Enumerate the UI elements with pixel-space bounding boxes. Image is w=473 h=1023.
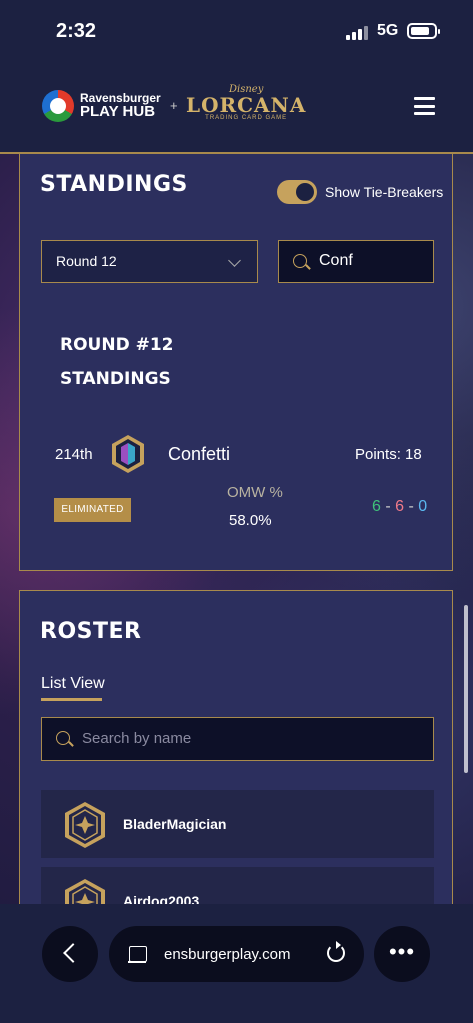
search-icon	[293, 254, 307, 268]
tab-list-view[interactable]: List View	[41, 675, 105, 693]
address-bar[interactable]: ensburgerplay.com	[109, 926, 364, 982]
logo-line2: PLAY HUB	[80, 103, 156, 121]
round-select[interactable]: Round 12	[41, 240, 258, 283]
search-icon	[56, 731, 70, 745]
status-badge: ELIMINATED	[54, 498, 131, 522]
tie-breakers-label: Show Tie-Breakers	[325, 184, 444, 200]
roster-card: ROSTER List View Search by name BladerMa…	[19, 590, 453, 927]
tab-active-underline	[41, 698, 102, 701]
browser-toolbar: ensburgerplay.com •••	[0, 904, 473, 1023]
status-bar: 2:32 5G	[0, 0, 473, 62]
standings-card: STANDINGS Show Tie-Breakers Round 12 Con…	[19, 154, 453, 571]
record-sep: -	[408, 498, 414, 515]
list-item[interactable]: BladerMagician	[41, 790, 434, 858]
round-standings-heading: ROUND #12 STANDINGS	[60, 328, 174, 396]
player-name: BladerMagician	[123, 816, 227, 832]
player-name[interactable]: Confetti	[168, 444, 230, 465]
tie-breakers-toggle[interactable]	[277, 180, 317, 204]
scrollbar[interactable]	[464, 605, 468, 773]
standings-search-value: Conf	[319, 252, 353, 269]
roster-search-input[interactable]: Search by name	[41, 717, 434, 761]
tabs-icon[interactable]	[128, 946, 147, 963]
record-wins: 6	[372, 498, 381, 515]
player-rank: 214th	[55, 446, 93, 463]
clock: 2:32	[56, 20, 97, 42]
round-heading-line2: STANDINGS	[60, 369, 171, 389]
record-sep: -	[385, 498, 391, 515]
hamburger-menu-icon[interactable]	[414, 97, 435, 115]
url-text: ensburgerplay.com	[164, 946, 291, 963]
site-header: Ravensburger PLAY HUB + Disney LORCANA T…	[0, 62, 473, 154]
player-avatar-icon	[65, 802, 105, 848]
round-heading-line1: ROUND #12	[60, 335, 174, 355]
signal-icon	[346, 26, 368, 40]
deck-ink-icon	[112, 435, 144, 473]
standings-title: STANDINGS	[40, 172, 188, 197]
lorcana-logo[interactable]: Disney LORCANA TRADING CARD GAME	[186, 84, 306, 121]
back-button[interactable]	[42, 926, 98, 982]
record-draws: 0	[418, 498, 428, 515]
battery-icon	[407, 23, 440, 39]
player-points: Points: 18	[355, 446, 422, 463]
omw-value: 58.0%	[229, 512, 272, 529]
playhub-logo[interactable]: Ravensburger PLAY HUB	[42, 90, 161, 122]
lorcana-name: LORCANA	[186, 93, 307, 117]
record-losses: 6	[395, 498, 405, 515]
reload-icon[interactable]	[327, 941, 345, 962]
standings-search-input[interactable]: Conf	[278, 240, 434, 283]
logo-plus: +	[170, 98, 178, 113]
player-record: 6 - 6 - 0	[372, 498, 427, 516]
more-button[interactable]: •••	[374, 926, 430, 982]
roster-search-placeholder: Search by name	[82, 730, 192, 747]
chevron-down-icon	[228, 254, 241, 267]
round-select-value: Round 12	[56, 253, 117, 269]
omw-label: OMW %	[227, 484, 283, 501]
playhub-logo-icon	[42, 90, 74, 122]
roster-title: ROSTER	[40, 619, 142, 644]
network-type: 5G	[377, 22, 399, 39]
